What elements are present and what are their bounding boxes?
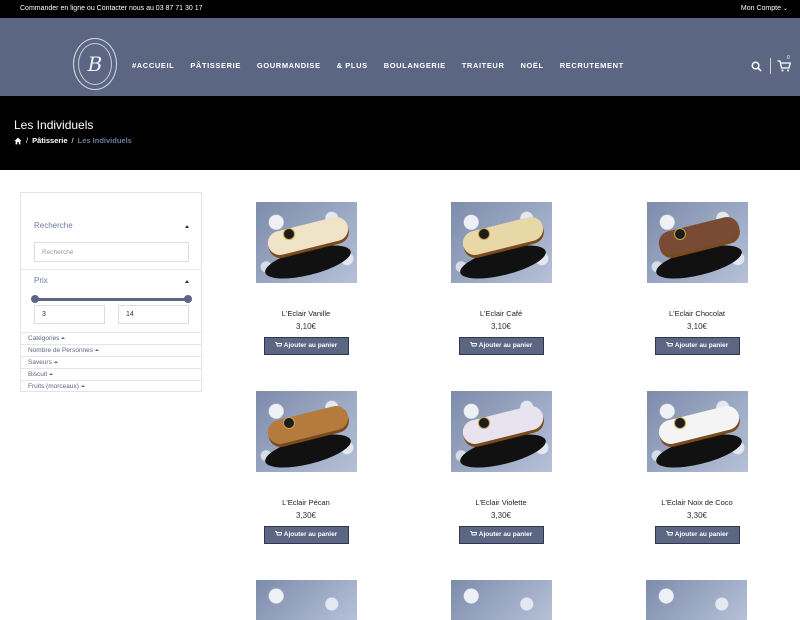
facet-biscuit[interactable]: Biscuit	[21, 368, 201, 380]
medallion-shape	[282, 417, 295, 429]
sidebar-divider	[21, 269, 201, 270]
price-min-input[interactable]: 3	[34, 305, 105, 324]
product-image[interactable]	[451, 580, 552, 620]
price-slider-max-handle[interactable]	[184, 295, 192, 303]
product-name[interactable]: L'Eclair Violette	[431, 498, 571, 510]
product-card: L'Eclair Café 3,10€ Ajouter au panier	[431, 202, 571, 355]
search-icon[interactable]	[751, 61, 762, 72]
nav-traiteur[interactable]: TRAITEUR	[462, 61, 505, 70]
nav-gourmandise[interactable]: GOURMANDISE	[257, 61, 321, 70]
cart-icon	[666, 531, 673, 536]
nav-patisserie[interactable]: PÂTISSERIE	[190, 61, 241, 70]
nav-boulangerie[interactable]: BOULANGERIE	[384, 61, 446, 70]
breadcrumb-separator: /	[26, 136, 29, 145]
filter-sidebar: Recherche Recherche Prix 3 14 Catégories…	[20, 192, 202, 392]
breadcrumb-link-patisserie[interactable]: Pâtisserie	[32, 136, 67, 145]
facet-fruits[interactable]: Fruits (morceaux)	[21, 380, 201, 392]
caret-up-icon	[80, 385, 85, 387]
cart-icon	[275, 342, 282, 347]
product-name[interactable]: L'Eclair Vanille	[236, 309, 376, 321]
nav-noel[interactable]: NOËL	[520, 61, 543, 70]
cart-icon	[470, 531, 477, 536]
breadcrumb-current: Les Individuels	[77, 136, 132, 145]
medallion-shape	[673, 228, 686, 240]
facet-categories[interactable]: Catégories	[21, 332, 201, 344]
product-card: L'Eclair Vanille 3,10€ Ajouter au panier	[236, 202, 376, 355]
add-to-cart-button[interactable]: Ajouter au panier	[654, 526, 740, 544]
cart-icon[interactable]	[777, 60, 791, 72]
nav-recrutement[interactable]: RECRUTEMENT	[560, 61, 624, 70]
product-image[interactable]	[255, 391, 357, 472]
cart-icon	[470, 342, 477, 347]
add-to-cart-button[interactable]: Ajouter au panier	[654, 337, 740, 355]
product-name[interactable]: L'Eclair Café	[431, 309, 571, 321]
caret-up-icon	[53, 361, 58, 363]
search-heading[interactable]: Recherche	[34, 221, 73, 230]
product-image[interactable]	[255, 202, 357, 283]
contact-text: Commander en ligne ou Contacter nous au …	[20, 5, 203, 12]
site-logo[interactable]: B	[73, 38, 117, 90]
product-card: L'Eclair Noix de Coco 3,30€ Ajouter au p…	[627, 391, 767, 544]
add-to-cart-button[interactable]: Ajouter au panier	[263, 526, 349, 544]
cart-count-badge: 0	[787, 55, 790, 61]
product-name[interactable]: L'Eclair Chocolat	[627, 309, 767, 321]
price-slider-min-handle[interactable]	[31, 295, 39, 303]
main-header: B #ACCUEIL PÂTISSERIE GOURMANDISE & PLUS…	[0, 18, 800, 96]
facet-saveurs[interactable]: Saveurs	[21, 356, 201, 368]
caret-up-icon	[95, 349, 100, 351]
product-price: 3,30€	[686, 511, 708, 520]
product-image[interactable]	[450, 391, 552, 472]
account-label: Mon Compte	[740, 5, 781, 12]
medallion-shape	[477, 417, 490, 429]
page-title: Les Individuels	[14, 118, 94, 132]
breadcrumb-separator: /	[71, 136, 74, 145]
caret-up-icon[interactable]	[185, 280, 189, 283]
add-to-cart-button[interactable]: Ajouter au panier	[263, 337, 349, 355]
account-menu[interactable]: Mon Compte ⌄	[741, 5, 788, 12]
top-bar: Commander en ligne ou Contacter nous au …	[0, 0, 800, 18]
nav-plus[interactable]: & PLUS	[337, 61, 368, 70]
product-price: 3,10€	[295, 322, 317, 331]
facet-nombre-personnes[interactable]: Nombre de Personnes	[21, 344, 201, 356]
caret-up-icon	[49, 373, 54, 375]
product-image[interactable]	[256, 580, 357, 620]
product-card: L'Eclair Pécan 3,30€ Ajouter au panier	[236, 391, 376, 544]
caret-up-icon	[61, 337, 66, 339]
main-nav: #ACCUEIL PÂTISSERIE GOURMANDISE & PLUS B…	[132, 61, 640, 70]
product-image[interactable]	[646, 202, 748, 283]
logo-monogram: B	[78, 43, 112, 85]
product-price: 3,10€	[686, 322, 708, 331]
product-price: 3,10€	[490, 322, 512, 331]
medallion-shape	[282, 228, 295, 240]
breadcrumb: / Pâtisserie / Les Individuels	[14, 136, 132, 145]
cart-icon	[666, 342, 673, 347]
add-to-cart-button[interactable]: Ajouter au panier	[458, 337, 544, 355]
header-separator	[770, 58, 771, 74]
product-card: L'Eclair Violette 3,30€ Ajouter au panie…	[431, 391, 571, 544]
nav-accueil[interactable]: #ACCUEIL	[132, 61, 174, 70]
product-image[interactable]	[646, 580, 747, 620]
product-image[interactable]	[450, 202, 552, 283]
caret-up-icon[interactable]	[185, 225, 189, 228]
medallion-shape	[477, 228, 490, 240]
product-name[interactable]: L'Eclair Noix de Coco	[627, 498, 767, 510]
product-price: 3,30€	[295, 511, 317, 520]
home-icon[interactable]	[14, 137, 22, 145]
price-slider-track[interactable]	[35, 298, 188, 301]
product-price: 3,30€	[490, 511, 512, 520]
cart-icon	[275, 531, 282, 536]
chevron-down-icon: ⌄	[782, 6, 788, 12]
product-card: L'Eclair Chocolat 3,10€ Ajouter au panie…	[627, 202, 767, 355]
page-banner: Les Individuels / Pâtisserie / Les Indiv…	[0, 96, 800, 170]
price-max-input[interactable]: 14	[118, 305, 189, 324]
add-to-cart-button[interactable]: Ajouter au panier	[458, 526, 544, 544]
search-input[interactable]: Recherche	[34, 242, 189, 262]
price-heading[interactable]: Prix	[34, 276, 48, 285]
product-image[interactable]	[646, 391, 748, 472]
product-name[interactable]: L'Eclair Pécan	[236, 498, 376, 510]
medallion-shape	[673, 417, 686, 429]
